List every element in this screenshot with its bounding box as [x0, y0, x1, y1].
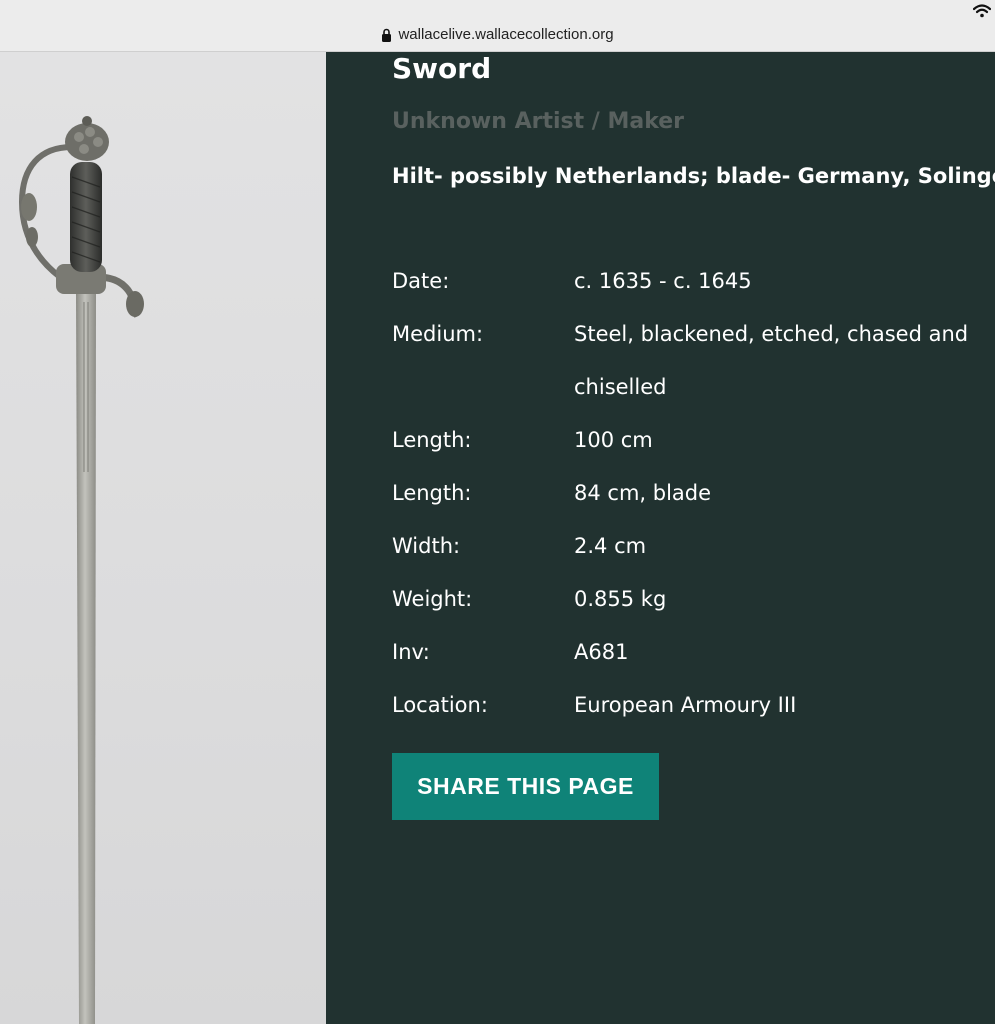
fact-label: Date: [392, 269, 450, 293]
fact-value: 100 cm [574, 428, 653, 452]
object-image[interactable] [0, 52, 326, 1024]
fact-row-weight: Weight: 0.855 kg [392, 573, 992, 626]
fact-label: Location: [392, 693, 488, 717]
fact-row-inventory: Inv: A681 [392, 626, 992, 679]
artist-link[interactable]: Unknown Artist / Maker [392, 108, 684, 136]
fact-label: Width: [392, 534, 461, 558]
fact-label: Weight: [392, 587, 473, 611]
share-this-page-button[interactable]: SHARE THIS PAGE [392, 753, 659, 820]
fact-value: 84 cm, blade [574, 481, 712, 505]
lock-icon [382, 28, 392, 42]
fact-row-location: Location: European Armoury III [392, 679, 992, 732]
browser-top-bar: wallacelive.wallacecollection.org [0, 0, 995, 52]
fact-value: European Armoury III [574, 693, 797, 717]
fact-value: 2.4 cm [574, 534, 647, 558]
fact-row-blade-length: Length: 84 cm, blade [392, 467, 992, 520]
address-bar[interactable]: wallacelive.wallacecollection.org [0, 24, 995, 46]
object-title: Sword [392, 52, 492, 85]
fact-value: 0.855 kg [574, 587, 667, 611]
wifi-icon [973, 4, 991, 18]
fact-row-medium: Medium: Steel, blackened, etched, chased… [392, 308, 992, 414]
fact-label: Length: [392, 428, 472, 452]
fact-label: Inv: [392, 640, 430, 664]
facts-table: Date: c. 1635 - c. 1645 Medium: Steel, b… [392, 255, 992, 732]
fact-label: Medium: [392, 322, 484, 346]
fact-row-date: Date: c. 1635 - c. 1645 [392, 255, 992, 308]
fact-value: c. 1635 - c. 1645 [574, 269, 752, 293]
object-details: Sword Unknown Artist / Maker Hilt- possi… [326, 52, 995, 1024]
fact-label: Length: [392, 481, 472, 505]
sword-image [18, 116, 144, 1024]
fact-row-width: Width: 2.4 cm [392, 520, 992, 573]
fact-value: A681 [574, 640, 629, 664]
url-text: wallacelive.wallacecollection.org [398, 26, 614, 43]
fact-row-length: Length: 100 cm [392, 414, 992, 467]
fact-value: Steel, blackened, etched, chased and chi… [574, 322, 969, 399]
object-origin: Hilt- possibly Netherlands; blade- Germa… [392, 164, 995, 188]
